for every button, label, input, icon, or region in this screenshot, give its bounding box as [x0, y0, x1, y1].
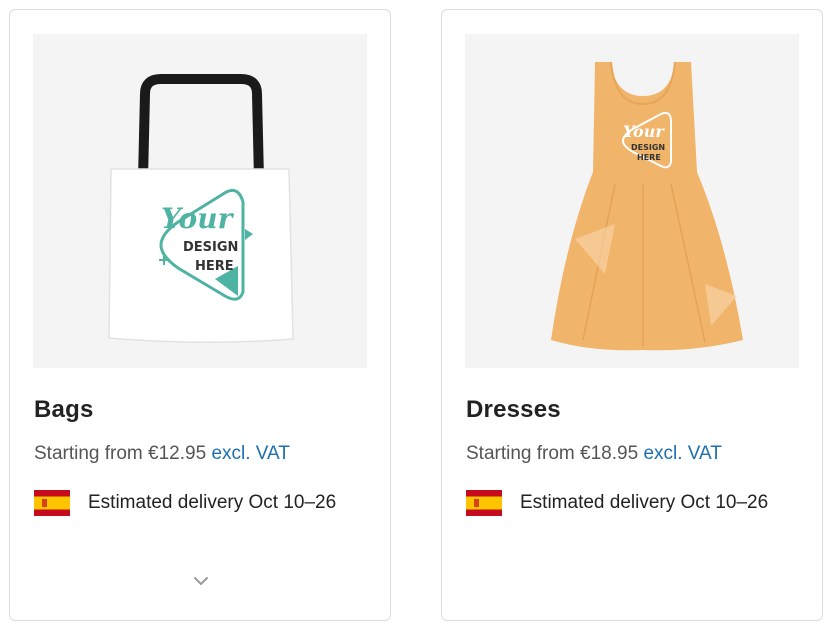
delivery-text: Estimated delivery Oct 10–26: [520, 492, 769, 513]
delivery-info: Estimated delivery Oct 10–26: [466, 490, 768, 516]
dress-logo-here: HERE: [637, 153, 661, 162]
product-image-bags[interactable]: Your DESIGN HERE: [33, 34, 367, 368]
product-price: Starting from €18.95 excl. VAT: [466, 443, 722, 465]
product-card-bags[interactable]: Your DESIGN HERE Bags Starting from €12.…: [9, 9, 391, 621]
vat-note: excl. VAT: [643, 443, 722, 464]
bag-logo-your: Your: [161, 202, 235, 235]
delivery-info: Estimated delivery Oct 10–26: [34, 490, 336, 516]
spain-flag-icon: [466, 490, 502, 516]
chevron-down-icon[interactable]: [191, 574, 211, 588]
bag-logo-design: DESIGN: [183, 240, 238, 255]
delivery-text: Estimated delivery Oct 10–26: [88, 492, 337, 513]
product-price: Starting from €12.95 excl. VAT: [34, 443, 290, 465]
price-text: Starting from €18.95: [466, 443, 639, 464]
dress-logo-your: Your: [623, 122, 665, 141]
product-title[interactable]: Dresses: [466, 396, 561, 424]
spain-flag-icon: [34, 490, 70, 516]
dress-logo-design: DESIGN: [631, 143, 665, 152]
vat-note: excl. VAT: [211, 443, 290, 464]
price-text: Starting from €12.95: [34, 443, 207, 464]
bag-logo-here: HERE: [195, 259, 234, 274]
product-title[interactable]: Bags: [34, 396, 94, 424]
product-image-dresses[interactable]: Your DESIGN HERE: [465, 34, 799, 368]
product-card-dresses[interactable]: Your DESIGN HERE Dresses Starting from €…: [441, 9, 823, 621]
